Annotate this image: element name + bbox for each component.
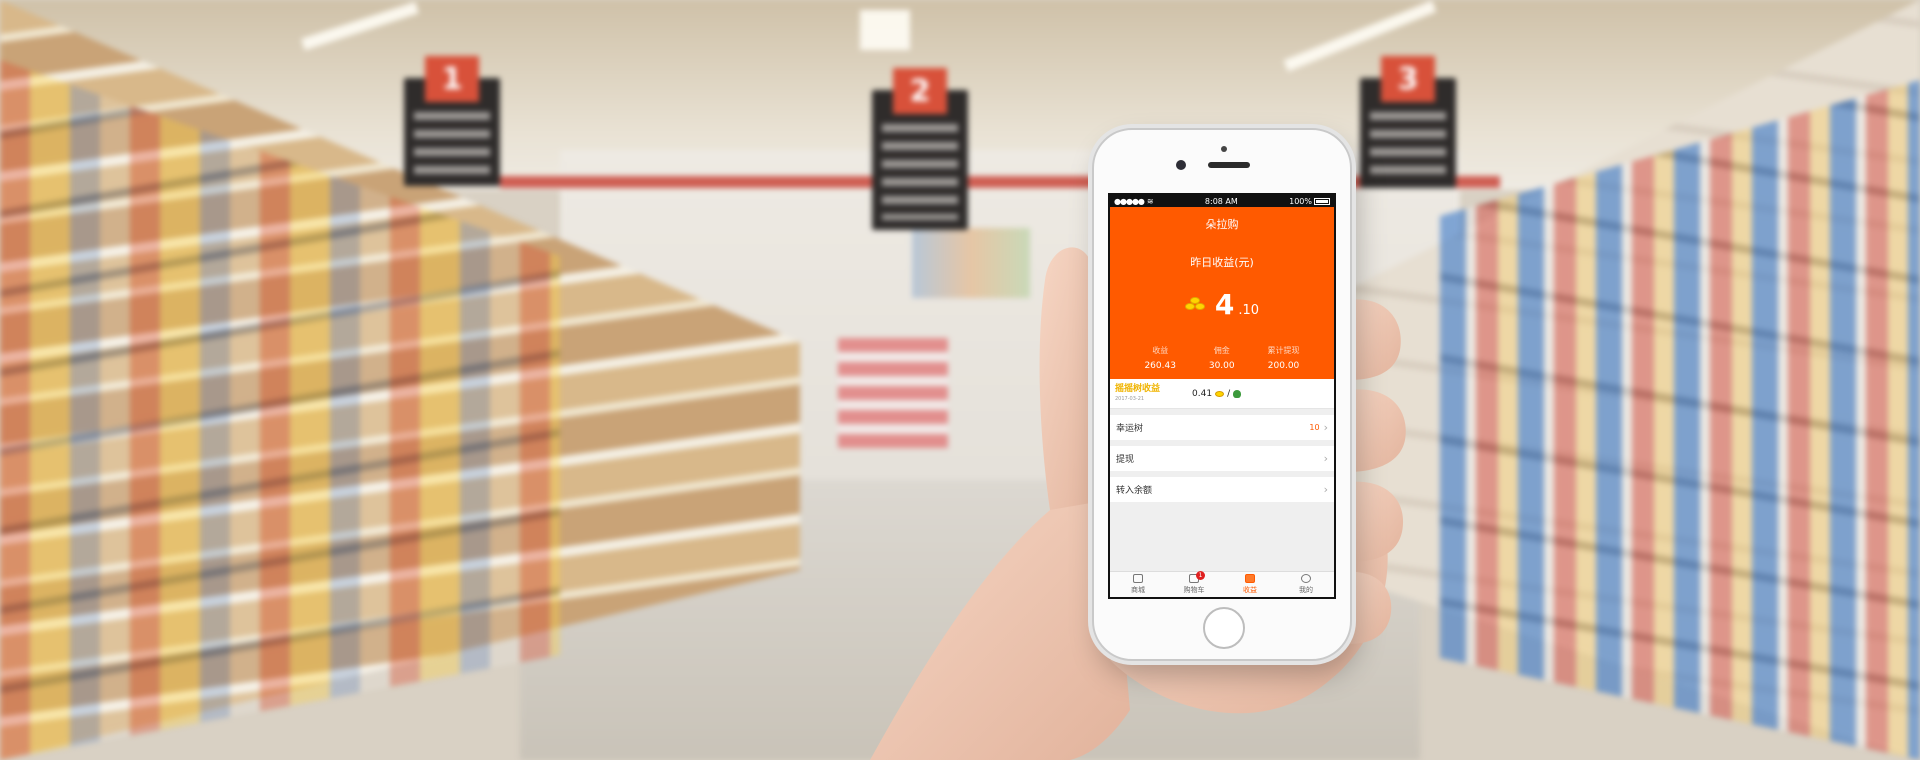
- stat-value: 30.00: [1208, 361, 1235, 371]
- menu-lucky-tree[interactable]: 幸运树 10 ›: [1110, 415, 1334, 440]
- earnings-menu: 幸运树 10 › 提现 › 转入余额 ›: [1110, 415, 1334, 502]
- rate-separator: /: [1227, 388, 1231, 399]
- front-camera: [1176, 160, 1186, 170]
- aisle-sign-3: 3: [1360, 56, 1456, 188]
- battery-indicator: 100%: [1289, 197, 1330, 206]
- app-title: 朵拉购: [1205, 218, 1239, 231]
- yesterday-earnings-value: 4 .10: [1110, 288, 1334, 321]
- tab-shop[interactable]: 商城: [1118, 574, 1158, 595]
- menu-item-label: 提现: [1116, 455, 1135, 465]
- yesterday-earnings-label: 昨日收益(元): [1190, 256, 1254, 269]
- tab-label: 我的: [1299, 586, 1313, 594]
- tab-profile[interactable]: 我的: [1286, 574, 1326, 595]
- stat-value: 200.00: [1267, 361, 1300, 371]
- tree-icon: [1233, 389, 1242, 398]
- signal-icon: ●●●●●: [1114, 196, 1145, 206]
- stat-income[interactable]: 收益 260.43: [1144, 345, 1176, 371]
- menu-item-label: 幸运树: [1116, 424, 1144, 434]
- menu-transfer-to-balance[interactable]: 转入余额 ›: [1110, 477, 1334, 502]
- cart-badge: 1: [1196, 571, 1205, 580]
- stat-label: 累计提现: [1267, 346, 1300, 355]
- tree-rate-value: 0.41: [1192, 388, 1213, 399]
- lucky-tree-count: 10: [1309, 423, 1320, 432]
- tree-income-date: 2017-03-21: [1115, 396, 1145, 402]
- coins-icon: [1184, 297, 1207, 311]
- ceiling-light: [860, 10, 910, 50]
- aisle-sign-1: 1: [404, 56, 500, 186]
- earnings-integer: 4: [1214, 288, 1235, 321]
- earnings-decimal: .10: [1238, 303, 1260, 318]
- tab-cart[interactable]: 1 购物车: [1174, 571, 1214, 595]
- status-time: 8:08 AM: [1204, 196, 1238, 206]
- stat-label: 收益: [1152, 346, 1169, 355]
- stat-value: 260.43: [1144, 361, 1176, 371]
- stat-commission[interactable]: 佣金 30.00: [1209, 345, 1235, 371]
- stat-total-withdrawn[interactable]: 累计提现 200.00: [1268, 345, 1300, 371]
- tree-income-label: 摇摇树收益: [1115, 384, 1161, 394]
- tab-label: 收益: [1243, 586, 1257, 594]
- profile-icon: [1301, 574, 1311, 583]
- wifi-icon: ≋: [1146, 196, 1154, 206]
- tree-income-rate: 0.41 /: [1192, 388, 1242, 399]
- battery-icon: [1314, 197, 1330, 205]
- chevron-right-icon: ›: [1323, 421, 1328, 434]
- earpiece-speaker: [1208, 162, 1250, 168]
- home-button[interactable]: [1203, 607, 1245, 649]
- shop-icon: [1133, 574, 1143, 583]
- tree-income-row[interactable]: 摇摇树收益 2017-03-21 0.41 /: [1110, 379, 1334, 409]
- tab-label: 商城: [1131, 586, 1145, 594]
- tab-label: 购物车: [1183, 586, 1205, 594]
- stat-label: 佣金: [1213, 346, 1230, 355]
- tab-bar: 商城 1 购物车 收益 我的: [1110, 571, 1334, 597]
- aisle-sign-2: 2: [872, 68, 968, 230]
- earnings-icon: [1245, 574, 1255, 583]
- menu-withdraw[interactable]: 提现 ›: [1110, 446, 1334, 471]
- tab-earnings[interactable]: 收益: [1230, 574, 1270, 595]
- proximity-sensor: [1221, 146, 1227, 152]
- phone-screen: ●●●●● ≋ 8:08 AM 100% 朵拉购 昨日收益(元) 4 .10 收…: [1108, 193, 1336, 599]
- smartphone: ●●●●● ≋ 8:08 AM 100% 朵拉购 昨日收益(元) 4 .10 收…: [1092, 128, 1352, 661]
- chevron-right-icon: ›: [1323, 483, 1328, 496]
- coin-icon: [1215, 390, 1225, 397]
- chevron-right-icon: ›: [1323, 452, 1328, 465]
- status-bar: ●●●●● ≋ 8:08 AM 100%: [1110, 195, 1334, 207]
- menu-item-label: 转入余额: [1116, 486, 1153, 496]
- earnings-header: 朵拉购 昨日收益(元) 4 .10 收益 260.43 佣金 30.00 累计提…: [1110, 207, 1334, 379]
- earnings-stats: 收益 260.43 佣金 30.00 累计提现 200.00: [1110, 345, 1334, 371]
